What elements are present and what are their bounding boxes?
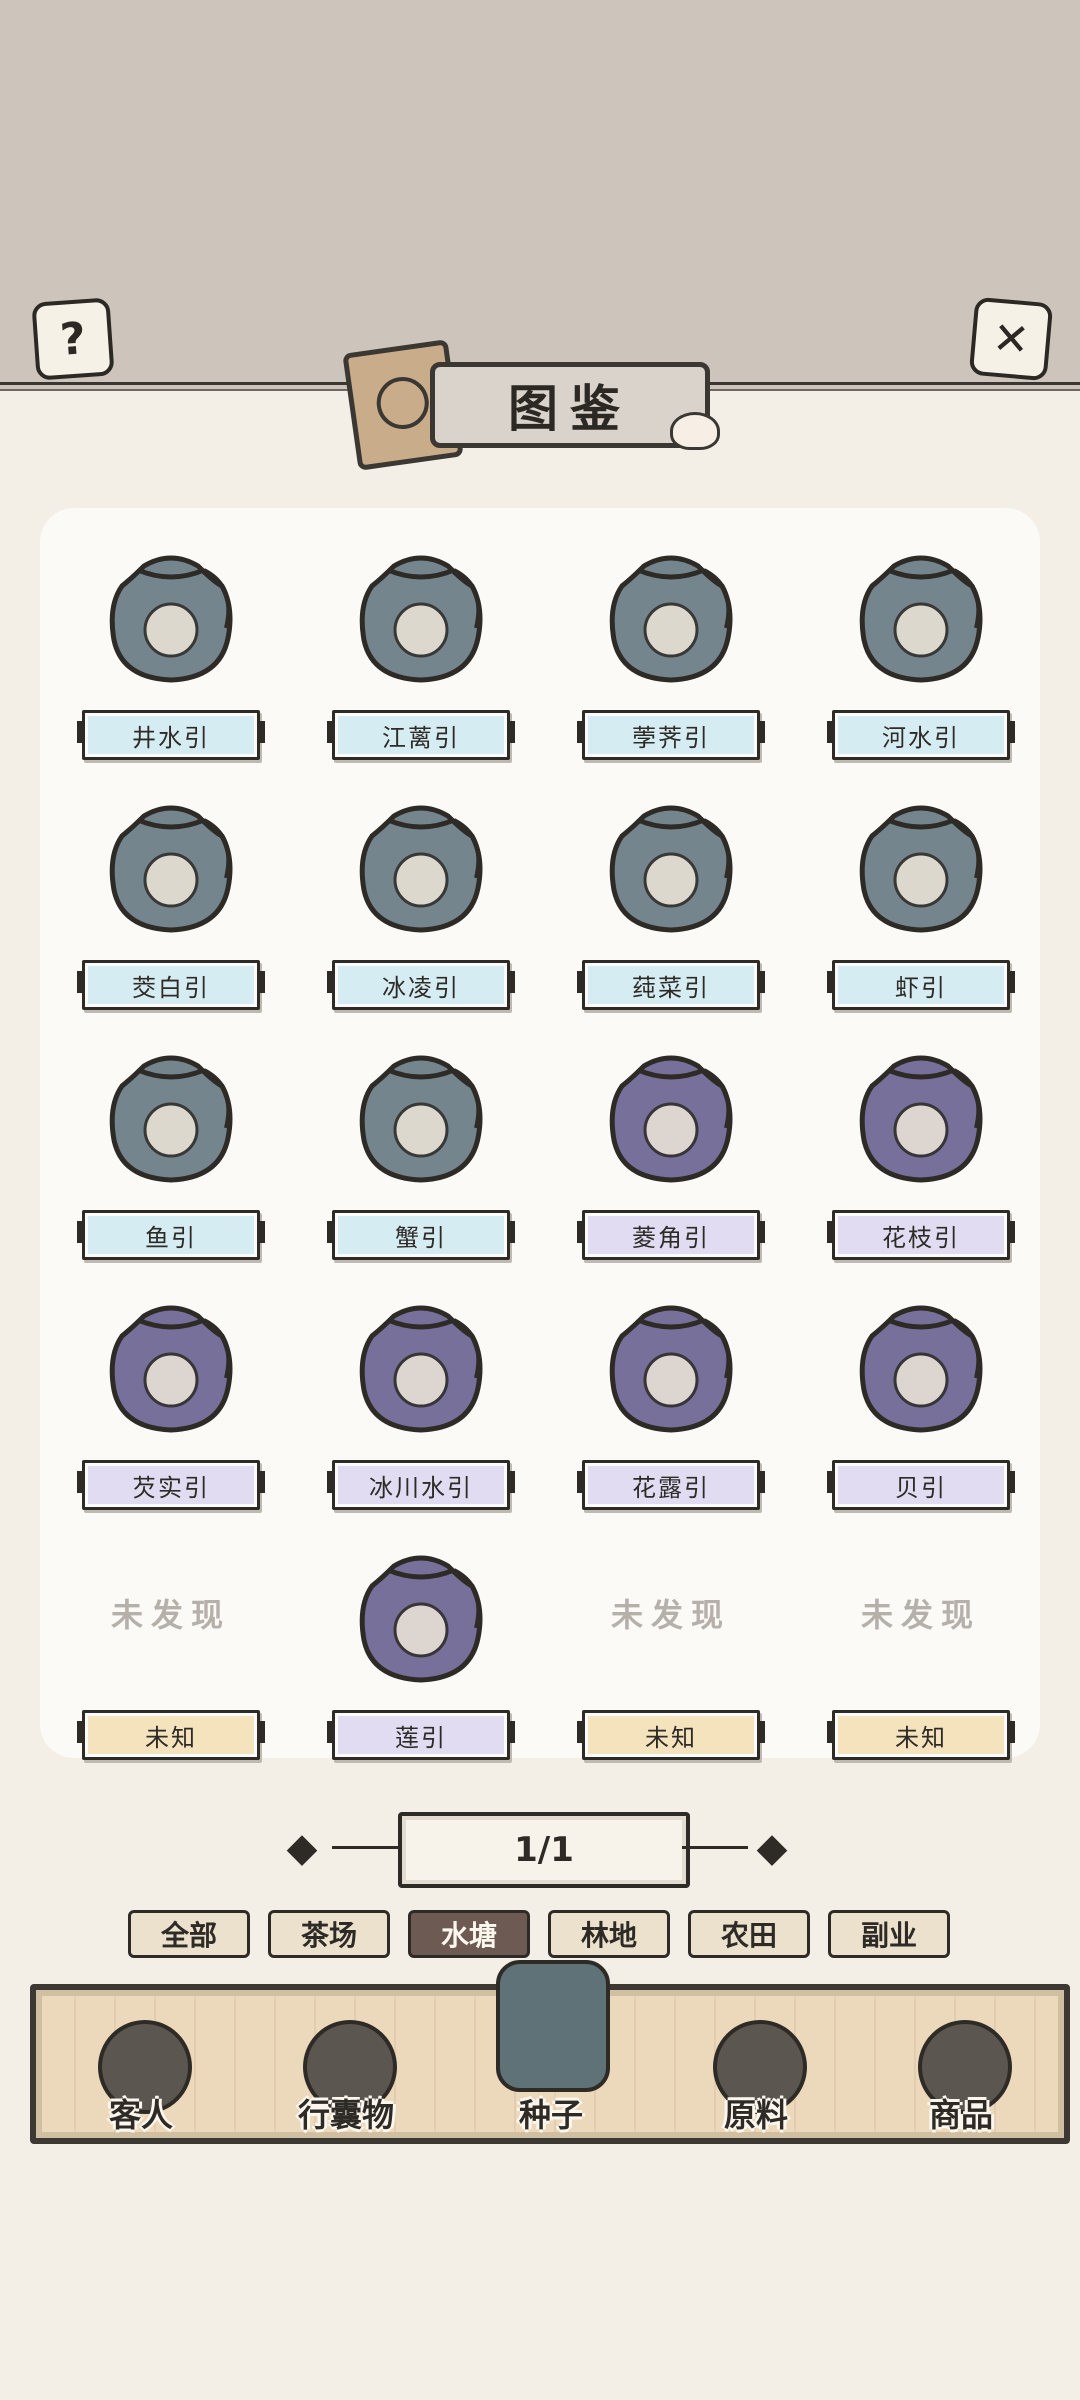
seed-bag-icon [854,548,988,684]
catalog-item[interactable]: 井水引 [46,526,296,776]
catalog-panel: 井水引 江蓠引 荸荠引 河水引茭白引 冰凌引 莼菜引 虾引鱼引 蟹引 菱角引 花枝引芡实引 冰川水引… [40,508,1040,1760]
catalog-item[interactable]: 花露引 [546,1276,796,1526]
catalog-item[interactable]: 莲引 [296,1526,546,1776]
item-name-plate: 河水引 [827,710,1015,760]
seed-bag-icon [854,1048,988,1184]
nav-item[interactable]: 客人 [66,1990,216,2138]
item-name-plate: 花枝引 [827,1210,1015,1260]
seed-bag-icon [496,1960,610,2092]
item-name-plate: 贝引 [827,1460,1015,1510]
question-mark-icon: ? [58,312,88,366]
seed-bag-icon [604,548,738,684]
filter-tab[interactable]: 水塘 [408,1910,530,1958]
item-name-plate: 未知 [77,1710,265,1760]
item-name-plate: 冰川水引 [327,1460,515,1510]
undiscovered-text: 未发现 [610,1596,731,1634]
nav-label: 商品 [928,2096,993,2134]
seed-bag-icon [854,798,988,934]
seed-bag-icon [354,548,488,684]
close-button[interactable]: ✕ [968,296,1054,382]
catalog-item[interactable]: 虾引 [796,776,1046,1026]
bottom-nav: 客人 行囊物 种子 原料 商品 [30,1960,1070,2144]
filter-tab[interactable]: 农田 [688,1910,810,1958]
item-name-plate: 蟹引 [327,1210,515,1260]
item-name-plate: 井水引 [77,710,265,760]
item-name-plate: 冰凌引 [327,960,515,1010]
nav-item[interactable]: 行囊物 [271,1990,421,2138]
nav-label: 原料 [723,2096,788,2134]
pager-line-left [332,1846,398,1849]
item-name-plate: 鱼引 [77,1210,265,1260]
nav-item[interactable]: 商品 [886,1990,1036,2138]
seed-bag-icon [104,548,238,684]
filter-tab[interactable]: 副业 [828,1910,950,1958]
filter-tabs: 全部 茶场 水塘 林地 农田 副业 [128,1910,956,1958]
item-name-plate: 未知 [827,1710,1015,1760]
catalog-item[interactable]: 贝引 [796,1276,1046,1526]
item-name-plate: 虾引 [827,960,1015,1010]
seed-bag-icon [104,798,238,934]
item-name-plate: 菱角引 [577,1210,765,1260]
catalog-item[interactable]: 河水引 [796,526,1046,776]
catalog-item[interactable]: 莼菜引 [546,776,796,1026]
catalog-item[interactable]: 茭白引 [46,776,296,1026]
item-name-plate: 茭白引 [77,960,265,1010]
pager-line-right [682,1846,748,1849]
catalog-item[interactable]: 冰川水引 [296,1276,546,1526]
seed-bag-icon [854,1298,988,1434]
item-name-plate: 莼菜引 [577,960,765,1010]
nav-item[interactable]: 种子 [476,1960,626,2138]
filter-tab[interactable]: 全部 [128,1910,250,1958]
close-x-icon: ✕ [990,311,1032,367]
catalog-item[interactable]: 荸荠引 [546,526,796,776]
catalog-item[interactable]: 冰凌引 [296,776,546,1026]
nav-label: 种子 [518,2096,583,2134]
title-plate: 图鉴 [430,362,710,448]
page-indicator: 1/1 [398,1812,690,1888]
flower-decoration-icon [670,412,720,450]
catalog-item[interactable]: 芡实引 [46,1276,296,1526]
item-grid: 井水引 江蓠引 荸荠引 河水引茭白引 冰凌引 莼菜引 虾引鱼引 蟹引 菱角引 花枝引芡实引 冰川水引… [40,508,1040,1760]
seed-bag-icon [604,1298,738,1434]
item-name-plate: 荸荠引 [577,710,765,760]
filter-tab[interactable]: 林地 [548,1910,670,1958]
seed-bag-icon [354,1548,488,1684]
item-name-plate: 花露引 [577,1460,765,1510]
seed-bag-icon [604,798,738,934]
arrow-right-icon[interactable]: ◆ [740,1822,804,1874]
catalog-item[interactable]: 菱角引 [546,1026,796,1276]
seed-bag-icon [104,1298,238,1434]
catalog-item[interactable]: 鱼引 [46,1026,296,1276]
catalog-item[interactable]: 花枝引 [796,1026,1046,1276]
catalog-item[interactable]: 未发现 未知 [46,1526,296,1776]
title-banner: 图鉴 [342,339,730,471]
arrow-left-icon[interactable]: ◆ [270,1822,334,1874]
item-name-plate: 未知 [577,1710,765,1760]
undiscovered-text: 未发现 [860,1596,981,1634]
undiscovered-text: 未发现 [110,1596,231,1634]
catalog-item[interactable]: 未发现 未知 [546,1526,796,1776]
catalog-item[interactable]: 江蓠引 [296,526,546,776]
item-name-plate: 芡实引 [77,1460,265,1510]
nav-label: 客人 [108,2096,173,2134]
item-name-plate: 莲引 [327,1710,515,1760]
item-name-plate: 江蓠引 [327,710,515,760]
catalog-item[interactable]: 蟹引 [296,1026,546,1276]
catalog-item[interactable]: 未发现 未知 [796,1526,1046,1776]
pager: ◆ 1/1 ◆ [270,1812,810,1888]
help-button[interactable]: ? [31,297,115,381]
seed-bag-icon [604,1048,738,1184]
filter-tab[interactable]: 茶场 [268,1910,390,1958]
nav-label: 行囊物 [297,2096,394,2134]
page-title: 图鉴 [508,380,632,438]
seed-bag-icon [354,1048,488,1184]
seed-bag-icon [104,1048,238,1184]
top-band [0,0,1080,390]
seed-bag-icon [354,798,488,934]
nav-item[interactable]: 原料 [681,1990,831,2138]
seed-bag-icon [354,1298,488,1434]
